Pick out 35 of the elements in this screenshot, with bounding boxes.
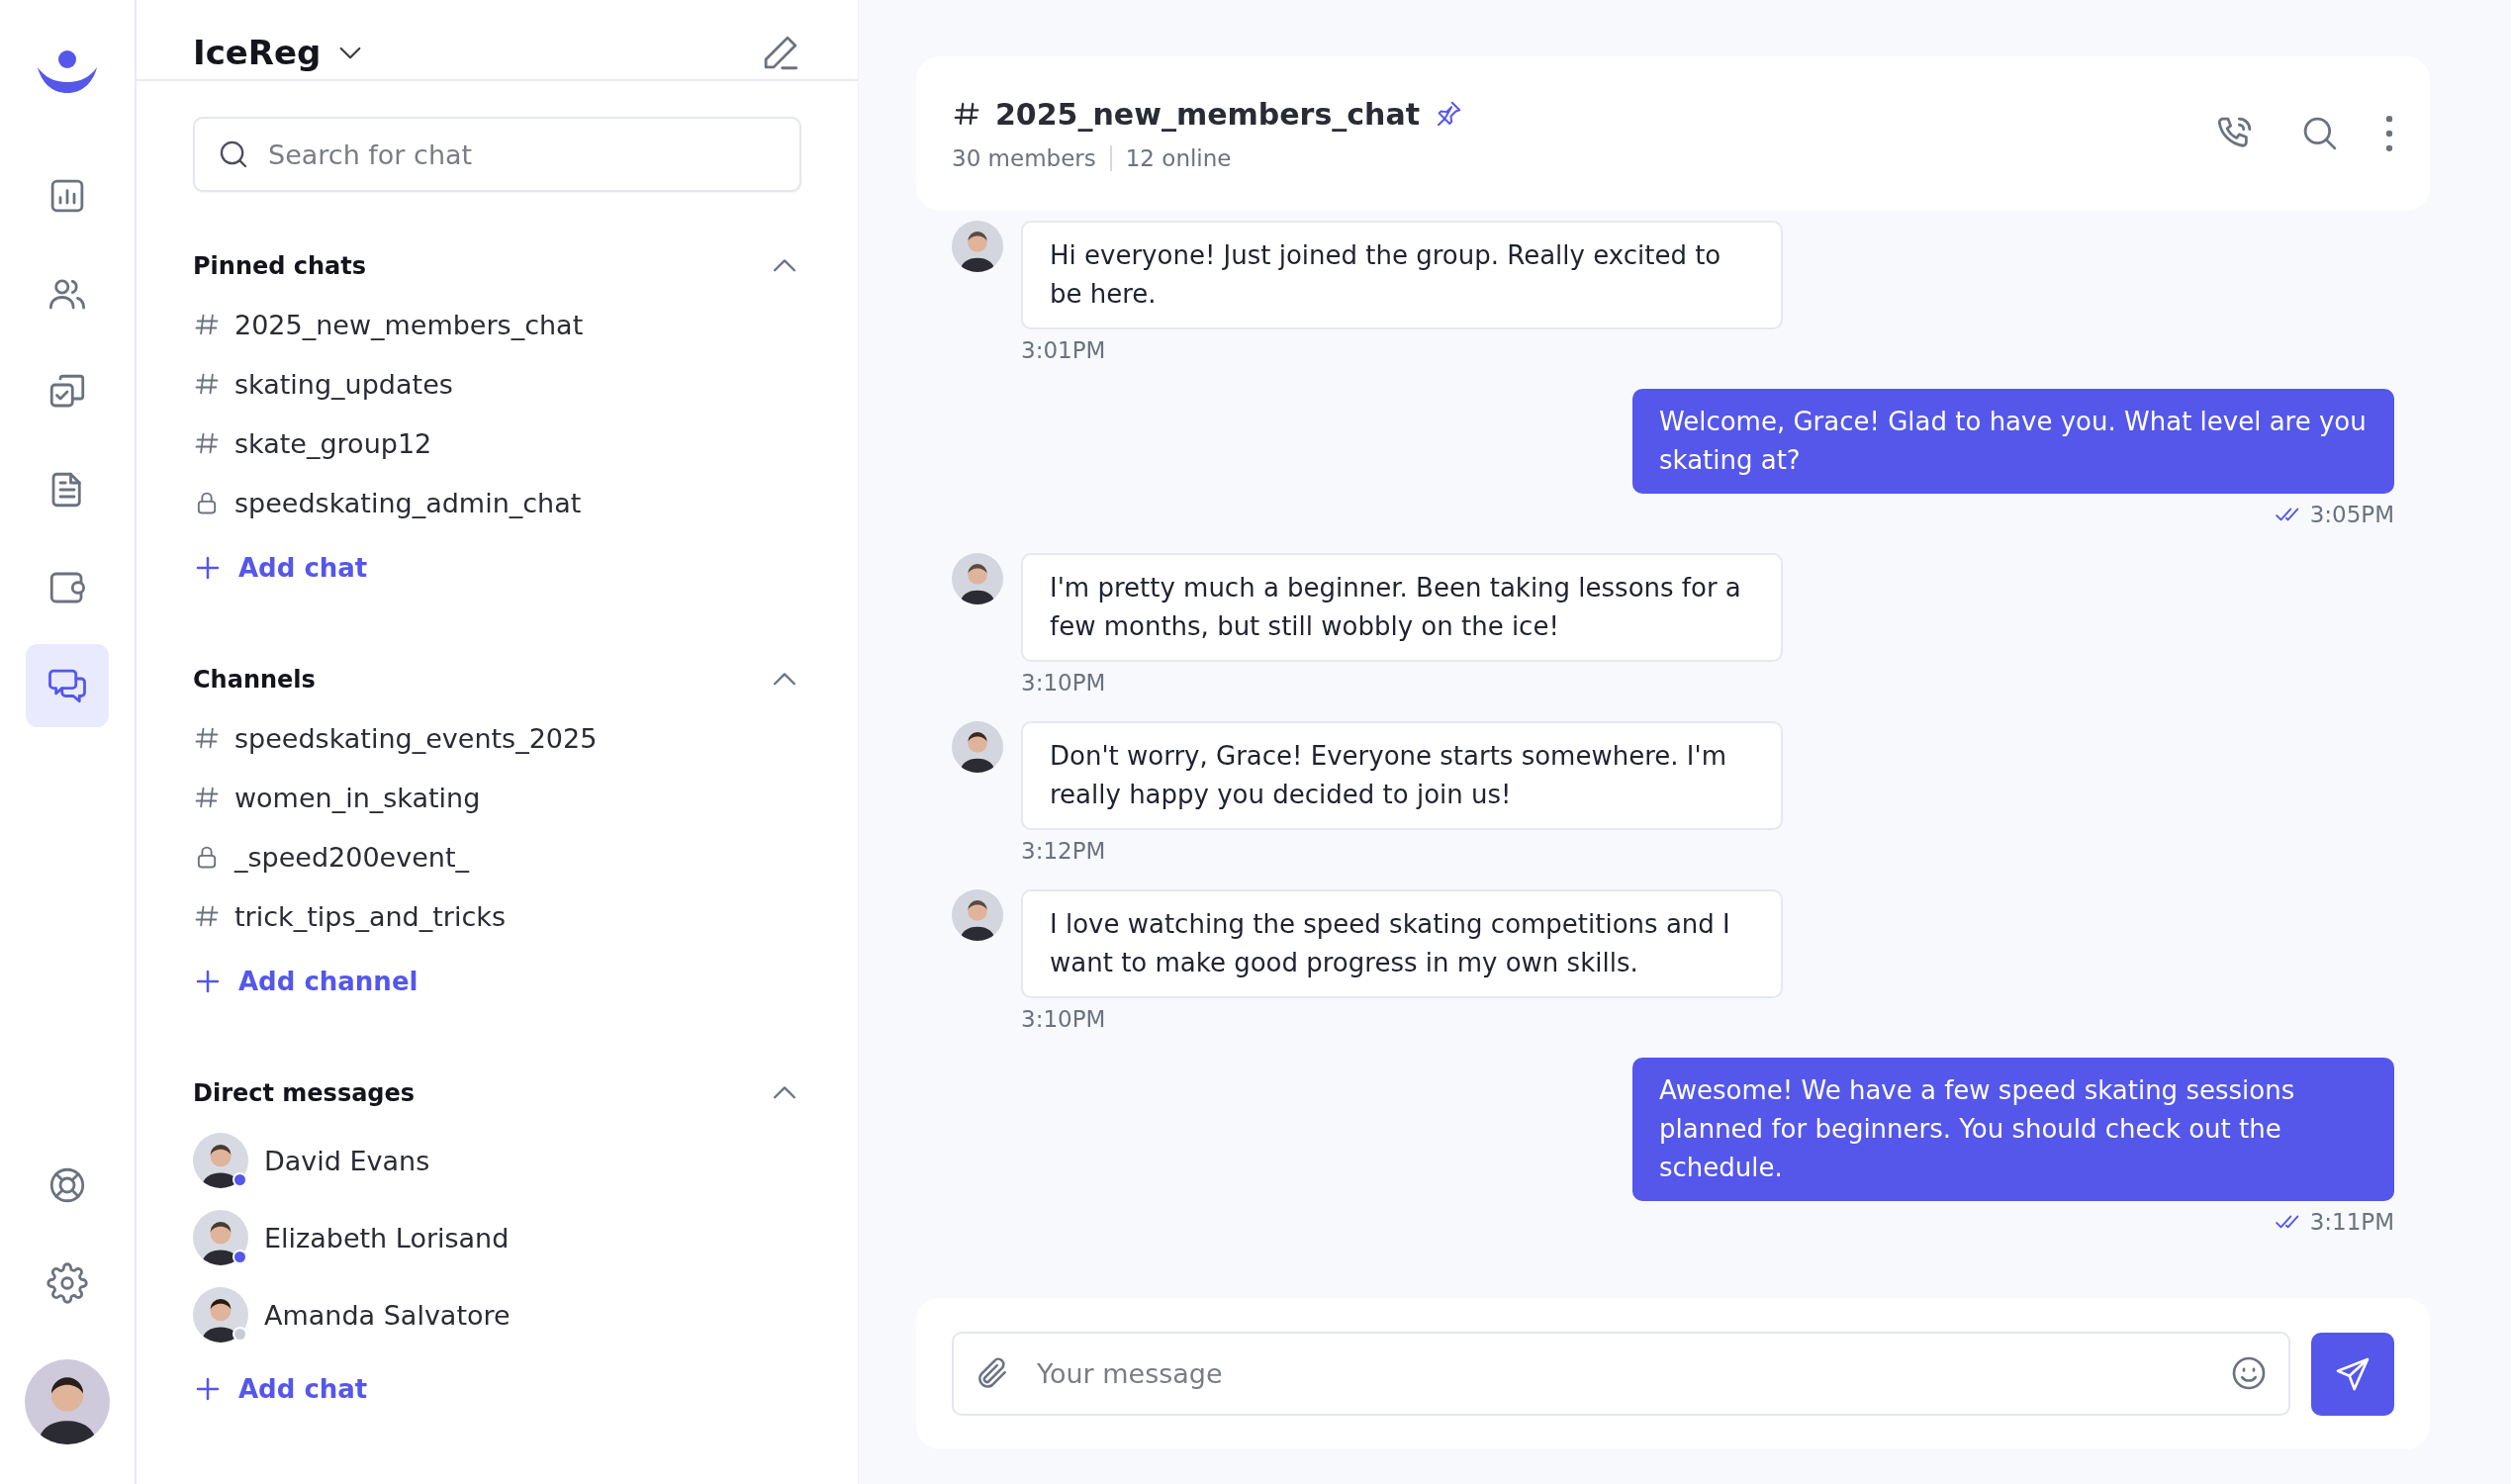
section-title: Direct messages [193,1079,416,1107]
search-field[interactable]: Search for chat [193,117,801,192]
workspace-switcher[interactable]: IceReg [193,33,367,72]
channel-item[interactable]: skate_group12 [193,414,432,473]
message-time: 3:10PM [1021,1006,1107,1032]
message-time: 3:01PM [1021,337,1107,363]
member-count: 30 members [952,144,1096,171]
chat-title: 2025_new_members_chat [995,96,1420,132]
message-time: 3:11PM [2309,1209,2394,1235]
message-bubble: I'm pretty much a beginner. Been taking lessons for a few months, but still wobbly on the ice! [1021,553,1783,662]
message-bubble: Welcome, Grace! Glad to have you. What level are you skating at? [1632,389,2394,494]
message-bubble: I love watching the speed skating competitions and I want to make good progress in my own skills. [1021,889,1783,998]
section-title: Channels [193,666,316,694]
contact-item[interactable]: Amanda Salvatore [193,1276,511,1353]
channel-item[interactable]: trick_tips_and_tricks [193,886,506,946]
message-time: 3:05PM [2309,502,2394,527]
channel-item[interactable]: speedskating_admin_chat [193,473,582,532]
message-time: 3:12PM [1021,838,1107,864]
channel-item[interactable]: speedskating_events_2025 [193,708,598,768]
add-button[interactable]: Add chat [193,1367,368,1411]
channel-item[interactable]: _speed200event_ [193,827,469,886]
contact-item[interactable]: David Evans [193,1122,430,1199]
channel-item[interactable]: skating_updates [193,354,453,414]
message-bubble: Hi everyone! Just joined the group. Really excited to be here. [1021,221,1783,329]
channel-item[interactable]: 2025_new_members_chat [193,295,584,354]
contact-item[interactable]: Elizabeth Lorisand [193,1199,510,1276]
message-time: 3:10PM [1021,670,1107,696]
message-bubble: Don't worry, Grace! Everyone starts somewhere. I'm really happy you decided to join us! [1021,721,1783,830]
add-button[interactable]: Add channel [193,960,418,1003]
message-field[interactable]: Your message [952,1332,2290,1416]
message-bubble: Awesome! We have a few speed skating sessions planned for beginners. You should check out the schedule. [1632,1058,2394,1201]
section-title: Pinned chats [193,252,367,280]
online-count: 12 online [1125,144,1232,171]
channel-item[interactable]: women_in_skating [193,768,481,827]
add-button[interactable]: Add chat [193,546,368,590]
